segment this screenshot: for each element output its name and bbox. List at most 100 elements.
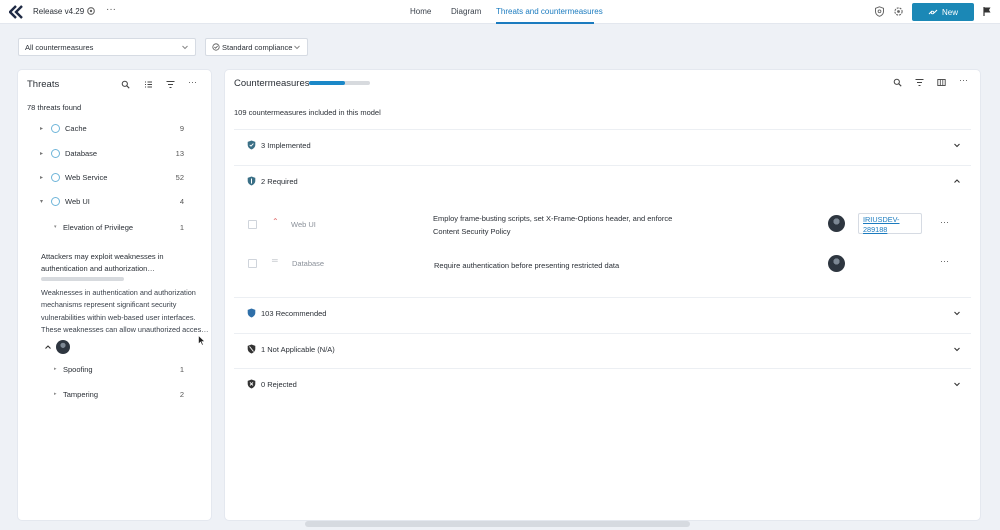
new-button-label: New [941, 7, 958, 17]
section-label: 3 Implemented [261, 141, 311, 150]
shield-half-icon [247, 176, 256, 186]
threats-title: Threats [27, 79, 60, 90]
shield-na-icon [247, 344, 256, 354]
app-logo-icon[interactable] [9, 5, 23, 19]
tree-item-count: 2 [179, 390, 184, 399]
more-options-icon[interactable]: ··· [106, 4, 116, 15]
tree-item-cache[interactable]: ▸ Cache 9 [18, 122, 211, 136]
tree-item-count: 4 [179, 197, 184, 206]
component-circle-icon [51, 149, 60, 158]
flag-icon[interactable] [982, 6, 992, 17]
shield-settings-icon[interactable] [874, 6, 885, 17]
tree-item-count: 1 [179, 223, 184, 232]
issue-link[interactable]: IRIUSDEV-289188 [863, 215, 900, 234]
shield-x-icon [247, 379, 256, 389]
row-component: Database [292, 259, 325, 268]
tree-item-count: 13 [175, 149, 184, 158]
filter-icon[interactable] [166, 80, 175, 89]
table-row[interactable]: ⌃ Web UI Employ frame-busting scripts, s… [234, 208, 971, 238]
row-component: Web UI [291, 220, 316, 229]
search-icon[interactable] [121, 80, 130, 89]
tree-item-database[interactable]: ▸ Database 13 [18, 147, 211, 161]
mouse-cursor-icon [198, 335, 206, 346]
release-name: Release v4.29 [33, 7, 85, 16]
filter-icon[interactable] [915, 78, 924, 87]
chevron-up-icon[interactable] [44, 343, 52, 351]
threat-count: 78 threats found [27, 103, 82, 112]
section-label: 1 Not Applicable (N/A) [261, 345, 335, 354]
horizontal-scrollbar[interactable] [305, 521, 690, 527]
nav-home[interactable]: Home [410, 7, 431, 16]
section-required[interactable]: 2 Required [234, 165, 971, 195]
caret-right-icon: ▸ [40, 175, 44, 181]
search-icon[interactable] [893, 78, 902, 87]
more-options-icon[interactable]: ··· [188, 77, 197, 87]
tree-item-web-service[interactable]: ▸ Web Service 52 [18, 171, 211, 185]
nav-diagram[interactable]: Diagram [451, 7, 481, 16]
shield-icon [247, 308, 256, 318]
tree-item-label: Elevation of Privilege [63, 223, 134, 232]
section-label: 2 Required [261, 177, 298, 186]
threat-description: Weaknesses in authentication and authori… [41, 288, 209, 335]
top-bar: Release v4.29 ··· Home Diagram Threats a… [0, 0, 1000, 24]
threat-title[interactable]: Attackers may exploit weaknesses in auth… [41, 251, 201, 275]
chevron-down-icon [954, 347, 960, 352]
release-settings-icon[interactable] [86, 6, 96, 16]
list-view-icon[interactable] [144, 80, 153, 89]
tree-item-label: Database [65, 149, 98, 158]
countermeasures-filter-select[interactable]: All countermeasures [18, 38, 196, 56]
caret-right-icon: ▸ [54, 391, 57, 397]
threats-panel: Threats ··· 78 threats found ▸ Cache 9 ▸… [18, 70, 211, 520]
tree-item-spoofing[interactable]: ▸ Spoofing 1 [18, 363, 211, 377]
row-description: Require authentication before presenting… [434, 261, 620, 270]
section-label: 103 Recommended [261, 309, 327, 318]
tree-item-label: Web Service [65, 173, 108, 182]
threat-risk-bar [41, 277, 124, 281]
table-row[interactable]: ═ Database Require authentication before… [234, 248, 971, 278]
link-icon [928, 9, 938, 15]
gear-icon[interactable] [893, 6, 904, 17]
section-rejected[interactable]: 0 Rejected [234, 368, 971, 398]
tree-item-label: Web UI [65, 197, 90, 206]
new-button[interactable]: New [912, 3, 974, 21]
section-implemented[interactable]: 3 Implemented [234, 129, 971, 159]
caret-right-icon: ▸ [40, 126, 44, 132]
tree-item-web-ui[interactable]: ▾ Web UI 4 [18, 195, 211, 209]
countermeasures-title: Countermeasures [234, 78, 310, 89]
avatar [828, 215, 845, 232]
chevron-down-icon [954, 311, 960, 316]
chevron-down-icon [954, 143, 960, 148]
row-checkbox[interactable] [248, 220, 257, 229]
countermeasures-count: 109 countermeasures included in this mod… [234, 108, 381, 117]
more-options-icon[interactable]: ··· [959, 75, 968, 85]
shield-check-icon [247, 140, 256, 150]
tree-item-count: 52 [175, 173, 184, 182]
nav-threats-countermeasures[interactable]: Threats and countermeasures [496, 7, 603, 16]
tree-item-tampering[interactable]: ▸ Tampering 2 [18, 388, 211, 402]
tree-item-label: Tampering [63, 390, 99, 399]
row-more-icon[interactable]: ··· [940, 217, 949, 227]
chevron-down-icon [182, 45, 188, 50]
tree-item-elevation-of-privilege[interactable]: ▾ Elevation of Privilege 1 [18, 221, 211, 235]
component-circle-icon [51, 197, 60, 206]
active-tab-indicator [496, 22, 594, 24]
section-not-applicable[interactable]: 1 Not Applicable (N/A) [234, 333, 971, 363]
compliance-filter-select[interactable]: Standard compliance [205, 38, 308, 56]
caret-right-icon: ▸ [54, 366, 57, 372]
compliance-filter-value: Standard compliance [222, 42, 293, 52]
check-circle-icon [212, 43, 220, 51]
caret-right-icon: ▸ [40, 151, 44, 157]
section-label: 0 Rejected [261, 380, 297, 389]
caret-down-icon: ▾ [54, 224, 57, 230]
row-more-icon[interactable]: ··· [940, 256, 949, 266]
section-recommended[interactable]: 103 Recommended [234, 297, 971, 327]
row-description: Employ frame-busting scripts, set X-Fram… [433, 214, 673, 236]
tree-item-count: 1 [179, 365, 184, 374]
chevron-up-icon [954, 179, 960, 183]
component-circle-icon [51, 173, 60, 182]
issue-link-box[interactable]: IRIUSDEV-289188 [858, 213, 922, 234]
avatar [56, 340, 70, 354]
columns-icon[interactable] [937, 78, 946, 87]
row-checkbox[interactable] [248, 259, 257, 268]
tree-item-count: 9 [179, 124, 184, 133]
